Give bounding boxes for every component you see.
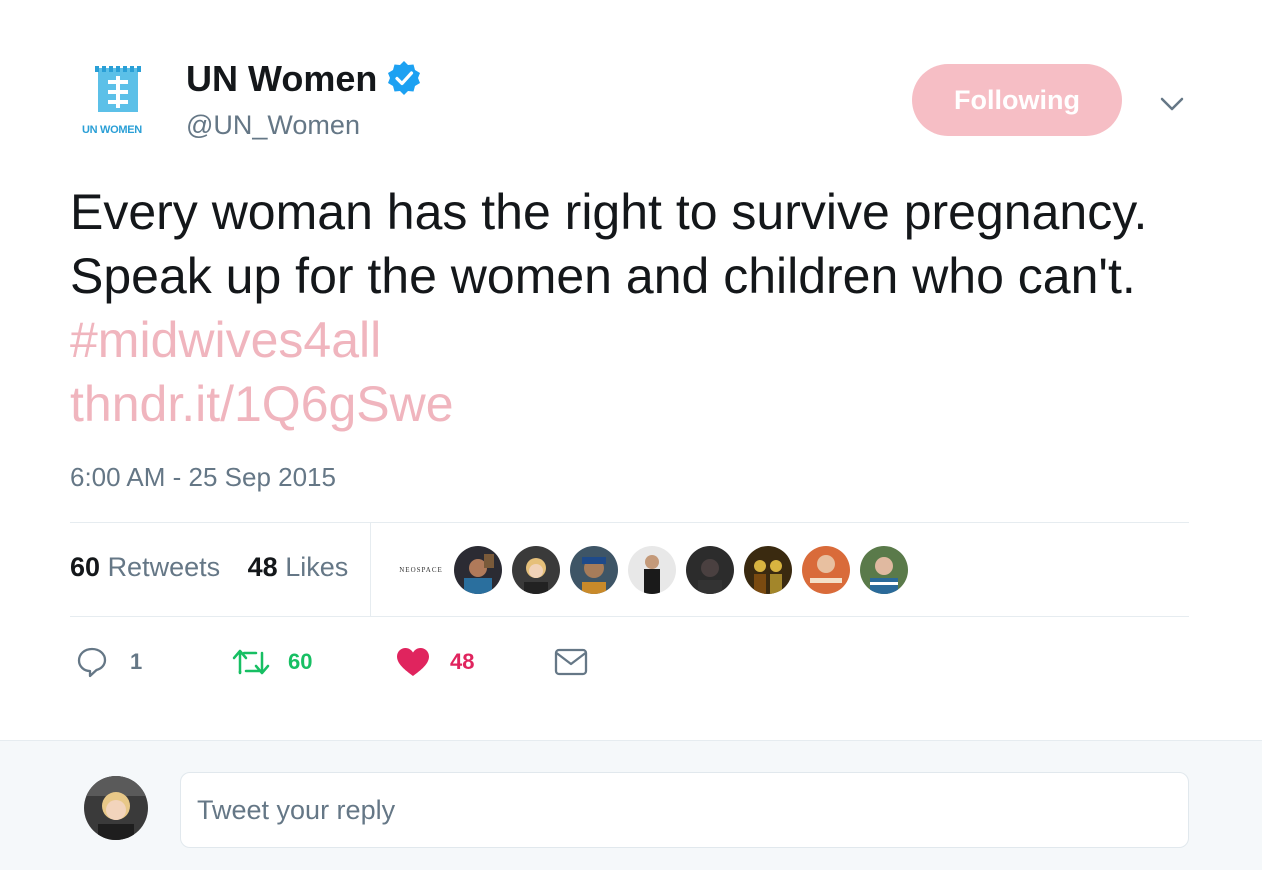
liker-avatar-neospace[interactable]: NEOSPACE	[396, 546, 446, 594]
reply-action[interactable]: 1	[76, 644, 142, 680]
hashtag-link[interactable]: #midwives4all	[70, 312, 381, 368]
logo-text: UN WOMEN	[82, 124, 142, 136]
retweets-count[interactable]: 60	[70, 552, 100, 582]
like-count: 48	[450, 649, 475, 674]
retweet-icon	[232, 649, 270, 675]
liker-avatar[interactable]	[860, 546, 908, 594]
retweet-count: 60	[288, 649, 313, 674]
liker-avatar[interactable]	[802, 546, 850, 594]
current-user-avatar[interactable]	[84, 776, 148, 840]
author-avatar[interactable]: UN WOMEN	[72, 58, 162, 140]
liker-avatar[interactable]	[570, 546, 618, 594]
liker-avatar[interactable]	[454, 546, 502, 594]
author-handle[interactable]: @UN_Women	[186, 110, 360, 141]
liker-avatar[interactable]	[512, 546, 560, 594]
chevron-down-icon[interactable]	[1158, 90, 1186, 118]
neospace-label: NEOSPACE	[399, 566, 443, 574]
author-display-name[interactable]: UN Women	[186, 58, 377, 100]
like-action[interactable]: 48	[396, 644, 474, 680]
retweets-label[interactable]: Retweets	[108, 552, 221, 582]
tweet-card: UN WOMEN UN Women @UN_Women Following Ev…	[0, 0, 1262, 740]
liker-avatar[interactable]	[628, 546, 676, 594]
divider	[70, 616, 1189, 617]
reply-icon	[77, 647, 107, 678]
heart-icon	[397, 648, 429, 676]
likes-count[interactable]: 48	[248, 552, 278, 582]
verified-badge-icon	[388, 61, 420, 95]
retweet-action[interactable]: 60	[232, 644, 312, 680]
tweet-body: Every woman has the right to survive pre…	[70, 184, 1148, 304]
liker-avatar[interactable]	[744, 546, 792, 594]
direct-message-action[interactable]	[554, 644, 588, 680]
reply-input[interactable]	[180, 772, 1189, 848]
tweet-timestamp[interactable]: 6:00 AM - 25 Sep 2015	[70, 462, 336, 493]
following-button[interactable]: Following	[912, 64, 1122, 136]
un-women-logo-icon	[95, 66, 141, 112]
likes-label[interactable]: Likes	[285, 552, 348, 582]
envelope-icon	[554, 648, 588, 676]
reply-count: 1	[130, 649, 143, 674]
stats-divider	[370, 523, 371, 616]
engagement-stats: 60 Retweets 48 Likes	[70, 552, 348, 583]
liker-avatar[interactable]	[686, 546, 734, 594]
url-link[interactable]: thndr.it/1Q6gSwe	[70, 376, 454, 432]
tweet-text: Every woman has the right to survive pre…	[70, 180, 1180, 436]
divider	[70, 522, 1189, 523]
